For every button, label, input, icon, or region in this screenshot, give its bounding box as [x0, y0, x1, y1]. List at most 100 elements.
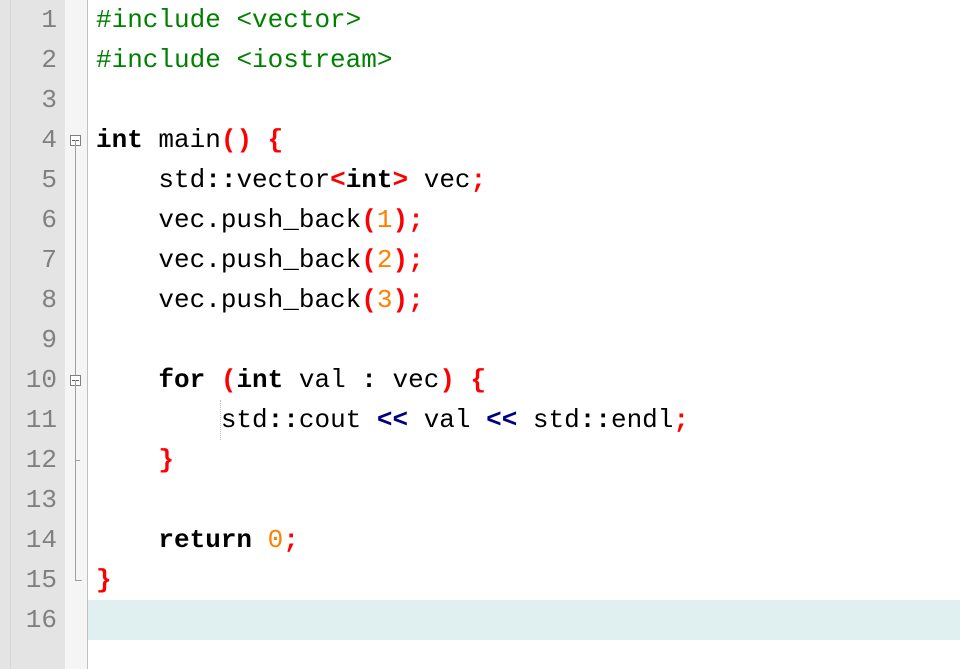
- token-num: 3: [377, 280, 393, 320]
- token-id: val: [408, 400, 486, 440]
- fold-row: [65, 320, 87, 360]
- token-id: main: [158, 120, 220, 160]
- fold-row: [65, 440, 87, 480]
- token-id: [252, 120, 268, 160]
- token-pp: #include: [96, 40, 236, 80]
- token-id: std: [96, 400, 268, 440]
- code-line[interactable]: [88, 320, 960, 360]
- token-dot: .: [205, 200, 221, 240]
- code-line[interactable]: #include <iostream>: [88, 40, 960, 80]
- indent-guide: [220, 400, 221, 440]
- token-id: vec: [96, 240, 205, 280]
- code-editor[interactable]: 1 2 3 4 5 6 7 8 9 10 11 12 13 14 15 16: [0, 0, 960, 669]
- line-number: 4: [11, 120, 65, 160]
- fold-row: [65, 40, 87, 80]
- token-par: ): [392, 200, 408, 240]
- code-line[interactable]: return 0;: [88, 520, 960, 560]
- token-id: [205, 360, 221, 400]
- token-brc: {: [268, 120, 284, 160]
- token-id: [252, 520, 268, 560]
- token-id: val: [283, 360, 361, 400]
- token-dot: .: [205, 240, 221, 280]
- token-par: (: [361, 240, 377, 280]
- token-col: :: [361, 360, 377, 400]
- fold-guide: [75, 200, 76, 240]
- code-line[interactable]: vec.push_back(1);: [88, 200, 960, 240]
- token-id: [96, 160, 158, 200]
- token-id: [96, 520, 158, 560]
- fold-row: [65, 360, 87, 400]
- fold-row: [65, 400, 87, 440]
- line-number: 15: [11, 560, 65, 600]
- token-id: std: [158, 160, 205, 200]
- token-brc: {: [471, 360, 487, 400]
- token-id: vec: [96, 280, 205, 320]
- fold-guide: [75, 480, 76, 520]
- code-area[interactable]: #include <vector> #include <iostream> in…: [88, 0, 960, 669]
- code-line[interactable]: [88, 480, 960, 520]
- token-kw: int: [346, 160, 393, 200]
- code-line[interactable]: }: [88, 440, 960, 480]
- fold-row: [65, 120, 87, 160]
- line-number: 2: [11, 40, 65, 80]
- token-col: ::: [268, 400, 299, 440]
- token-ang: <: [330, 160, 346, 200]
- code-line[interactable]: int main() {: [88, 120, 960, 160]
- code-line[interactable]: std::vector<int> vec;: [88, 160, 960, 200]
- code-line-current[interactable]: [88, 600, 960, 640]
- fold-guide: [75, 280, 76, 320]
- code-line[interactable]: [88, 80, 960, 120]
- token-id: [96, 440, 158, 480]
- fold-guide: [75, 560, 76, 580]
- token-semi: ;: [283, 520, 299, 560]
- fold-guide: [75, 160, 76, 200]
- code-line[interactable]: for (int val : vec) {: [88, 360, 960, 400]
- code-line[interactable]: std::cout << val << std::endl;: [88, 400, 960, 440]
- line-number: 5: [11, 160, 65, 200]
- fold-guide: [75, 320, 76, 360]
- line-number-gutter: 1 2 3 4 5 6 7 8 9 10 11 12 13 14 15 16: [11, 0, 65, 669]
- token-brc: }: [158, 440, 174, 480]
- line-number: 6: [11, 200, 65, 240]
- line-number: 11: [11, 400, 65, 440]
- token-kw: int: [236, 360, 283, 400]
- token-id: cout: [299, 400, 377, 440]
- token-fn: push_back: [221, 240, 361, 280]
- token-num: 1: [377, 200, 393, 240]
- line-number: 7: [11, 240, 65, 280]
- fold-guide: [75, 520, 76, 560]
- line-number: 13: [11, 480, 65, 520]
- token-id: [455, 360, 471, 400]
- token-semi: ;: [471, 160, 487, 200]
- token-id: std: [517, 400, 579, 440]
- token-id: vec: [96, 200, 205, 240]
- token-kw: for: [158, 360, 205, 400]
- token-pp: <vector>: [236, 0, 361, 40]
- code-line[interactable]: }: [88, 560, 960, 600]
- fold-row: [65, 600, 87, 640]
- token-pp: #include: [96, 0, 236, 40]
- token-num: 2: [377, 240, 393, 280]
- token-fn: push_back: [221, 280, 361, 320]
- token-par: (: [221, 360, 237, 400]
- token-num: 0: [268, 520, 284, 560]
- fold-end-icon: [75, 580, 82, 581]
- code-line[interactable]: #include <vector>: [88, 0, 960, 40]
- token-par: ): [439, 360, 455, 400]
- fold-row: [65, 0, 87, 40]
- token-id: vec: [377, 360, 439, 400]
- token-id: endl: [611, 400, 673, 440]
- token-semi: ;: [673, 400, 689, 440]
- token-col: ::: [580, 400, 611, 440]
- fold-guide: [75, 400, 76, 440]
- code-line[interactable]: vec.push_back(3);: [88, 280, 960, 320]
- line-number: 16: [11, 600, 65, 640]
- token-par: ): [392, 280, 408, 320]
- token-fn: push_back: [221, 200, 361, 240]
- fold-guide: [75, 460, 80, 461]
- token-dot: .: [205, 280, 221, 320]
- token-par: ): [392, 240, 408, 280]
- code-line[interactable]: vec.push_back(2);: [88, 240, 960, 280]
- token-pp: <iostream>: [236, 40, 392, 80]
- fold-guide: [75, 140, 76, 160]
